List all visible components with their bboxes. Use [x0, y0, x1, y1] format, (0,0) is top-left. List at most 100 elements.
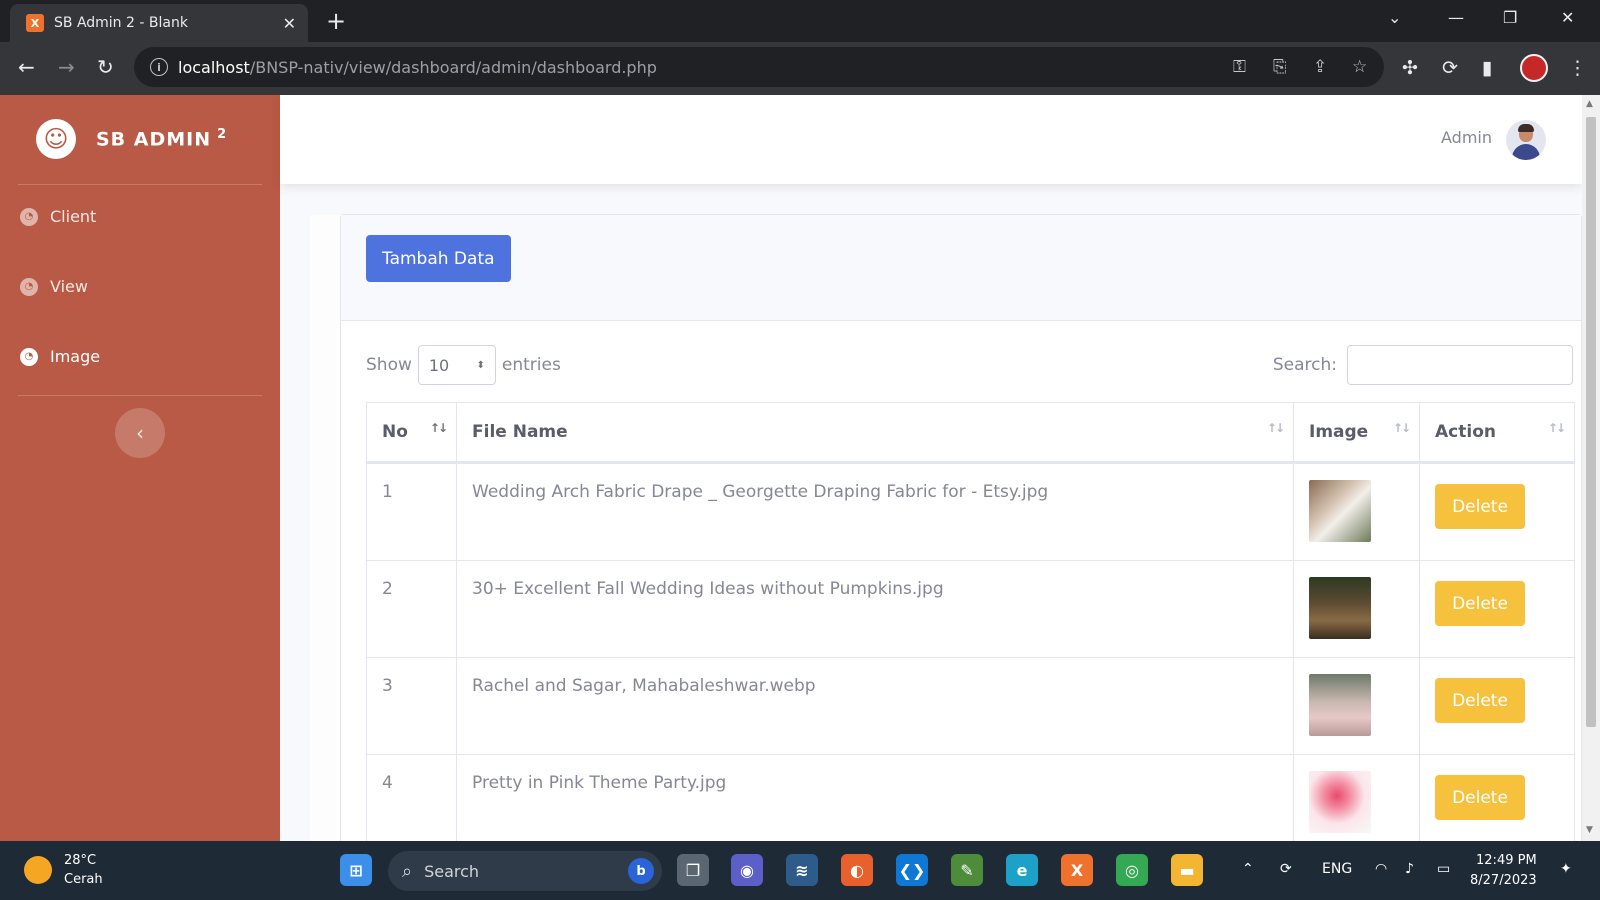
translate-icon[interactable]: ⎘	[1273, 57, 1287, 77]
windows-taskbar: 28°C Cerah ⊞ ⌕ Search b ❐ ◉ ≋ ◐ ❮❯ ✎ e X…	[0, 841, 1600, 900]
windows-start-icon[interactable]: ⊞	[340, 854, 372, 886]
key-icon[interactable]: ⚿	[1233, 57, 1246, 77]
site-info-icon[interactable]: i	[150, 58, 168, 76]
data-table: No ↑↓ File Name ↑↓ Image ↑↓ Action ↑↓ 1 Wedd…	[366, 402, 1575, 841]
data-card: Tambah Data Show 10 ⬍ entries Search: No…	[340, 214, 1582, 841]
scroll-down-arrow-icon[interactable]: ▼	[1586, 825, 1593, 835]
close-tab-icon[interactable]: ✕	[283, 14, 296, 33]
cell-action: Delete	[1419, 462, 1575, 561]
thumbnail-image	[1309, 771, 1371, 833]
search-input[interactable]	[1347, 345, 1573, 385]
weather-sun-icon	[24, 856, 52, 884]
page-scrollbar[interactable]: ▲ ▼	[1582, 95, 1600, 841]
restore-button[interactable]: ❐	[1503, 8, 1517, 27]
chrome-icon[interactable]: ◎	[1116, 854, 1148, 886]
column-header-image[interactable]: Image ↑↓	[1293, 402, 1420, 464]
menu-kebab-icon[interactable]: ⋮	[1568, 57, 1587, 79]
firefox-icon[interactable]: ◐	[841, 854, 873, 886]
wifi-icon[interactable]: ◠	[1375, 861, 1387, 877]
delete-button[interactable]: Delete	[1435, 775, 1525, 820]
scroll-up-arrow-icon[interactable]: ▲	[1586, 99, 1593, 109]
window-close-button[interactable]: ✕	[1561, 8, 1574, 27]
delete-button[interactable]: Delete	[1435, 678, 1525, 723]
sidebar-item-client[interactable]: ◔ Client	[20, 207, 96, 226]
cell-image	[1293, 560, 1420, 658]
card-header: Tambah Data	[341, 215, 1581, 321]
new-tab-button[interactable]: +	[326, 8, 346, 34]
file-explorer-icon[interactable]: ▬	[1171, 854, 1203, 886]
table-header-row: No ↑↓ File Name ↑↓ Image ↑↓ Action ↑↓	[366, 402, 1575, 464]
search-label: Search:	[1272, 355, 1337, 375]
tachometer-icon: ◔	[20, 347, 38, 366]
clock-time: 12:49 PM	[1476, 853, 1537, 868]
back-arrow-icon[interactable]: ←	[18, 55, 35, 79]
tachometer-icon: ◔	[20, 207, 38, 226]
thumbnail-image	[1309, 674, 1371, 736]
mysql-workbench-icon[interactable]: ≋	[786, 854, 818, 886]
column-header-no[interactable]: No ↑↓	[366, 402, 457, 464]
clock-date: 8/27/2023	[1470, 873, 1537, 888]
notification-bell-icon[interactable]: ✦	[1560, 861, 1572, 877]
scrollbar-thumb[interactable]	[1586, 117, 1596, 727]
sidebar-item-image[interactable]: ◔ Image	[20, 347, 100, 366]
add-data-button[interactable]: Tambah Data	[366, 235, 511, 282]
tab-title: SB Admin 2 - Blank	[54, 15, 188, 31]
table-search: Search:	[1273, 345, 1573, 385]
xampp-icon[interactable]: X	[1061, 854, 1093, 886]
bookmark-star-icon[interactable]: ☆	[1352, 57, 1367, 77]
share-icon[interactable]: ⇪	[1313, 57, 1327, 77]
minimize-button[interactable]: —	[1448, 8, 1464, 27]
extensions-puzzle-icon[interactable]: ✣	[1402, 57, 1418, 79]
vscode-icon[interactable]: ❮❯	[896, 854, 928, 886]
tachometer-icon: ◔	[20, 277, 38, 296]
cell-image	[1293, 462, 1420, 561]
task-view-icon[interactable]: ❐	[677, 854, 709, 886]
performance-icon[interactable]: ⟳	[1442, 57, 1458, 79]
sort-icon: ↑↓	[1392, 421, 1411, 435]
sync-icon[interactable]: ⟳	[1280, 861, 1292, 877]
weather-widget[interactable]: 28°C Cerah	[24, 851, 103, 889]
cell-file-name: Rachel and Sagar, Mahabaleshwar.webp	[456, 657, 1294, 755]
sort-icon: ↑↓	[1266, 421, 1285, 435]
user-name[interactable]: Admin	[1441, 128, 1492, 147]
sidebar-toggle-button[interactable]: ‹	[115, 408, 165, 458]
cell-file-name: Pretty in Pink Theme Party.jpg	[456, 754, 1294, 841]
address-bar[interactable]: i localhost/BNSP-nativ/view/dashboard/ad…	[134, 47, 1384, 87]
sidebar-item-label: Image	[50, 347, 101, 366]
reload-icon[interactable]: ↻	[97, 55, 114, 79]
xampp-icon: X	[26, 14, 44, 32]
entries-label: entries	[501, 355, 561, 375]
tab-search-icon[interactable]: ⌄	[1388, 8, 1401, 27]
language-indicator[interactable]: ENG	[1322, 861, 1352, 877]
cell-no: 4	[366, 754, 457, 841]
delete-button[interactable]: Delete	[1435, 484, 1525, 529]
weather-condition: Cerah	[64, 872, 103, 887]
side-panel-icon[interactable]: ▮	[1482, 57, 1492, 79]
system-clock[interactable]: 12:49 PM 8/27/2023	[1470, 851, 1537, 891]
column-header-action[interactable]: Action ↑↓	[1419, 402, 1575, 464]
cell-action: Delete	[1419, 657, 1575, 755]
chevron-left-icon: ‹	[136, 421, 144, 445]
notepad-plus-icon[interactable]: ✎	[951, 854, 983, 886]
volume-icon[interactable]: ♪	[1405, 861, 1414, 877]
weather-temp: 28°C	[64, 853, 97, 868]
cell-file-name: Wedding Arch Fabric Drape _ Georgette Dr…	[456, 462, 1294, 561]
column-header-file-name[interactable]: File Name ↑↓	[456, 402, 1294, 464]
sidebar-item-view[interactable]: ◔ View	[20, 277, 88, 296]
delete-button[interactable]: Delete	[1435, 581, 1525, 626]
teams-chat-icon[interactable]: ◉	[731, 854, 763, 886]
battery-icon[interactable]: ▭	[1437, 861, 1450, 877]
table-row: 1 Wedding Arch Fabric Drape _ Georgette …	[366, 462, 1575, 561]
user-avatar[interactable]	[1506, 120, 1546, 160]
edge-icon[interactable]: e	[1006, 854, 1038, 886]
sidebar-brand[interactable]: ☺ SB ADMIN 2	[36, 119, 227, 159]
forward-arrow-icon[interactable]: →	[58, 55, 75, 79]
cell-no: 3	[366, 657, 457, 755]
show-hidden-icons-chevron[interactable]: ⌃	[1242, 861, 1254, 877]
profile-avatar[interactable]	[1520, 54, 1548, 82]
browser-tab[interactable]: X SB Admin 2 - Blank ✕	[10, 4, 308, 42]
sidebar: ☺ SB ADMIN 2 ◔ Client ◔ View ◔ Image ‹	[0, 95, 280, 841]
bing-icon[interactable]: b	[628, 858, 654, 884]
taskbar-search[interactable]: ⌕ Search b	[388, 851, 662, 891]
entries-select[interactable]: 10 ⬍	[417, 345, 496, 385]
